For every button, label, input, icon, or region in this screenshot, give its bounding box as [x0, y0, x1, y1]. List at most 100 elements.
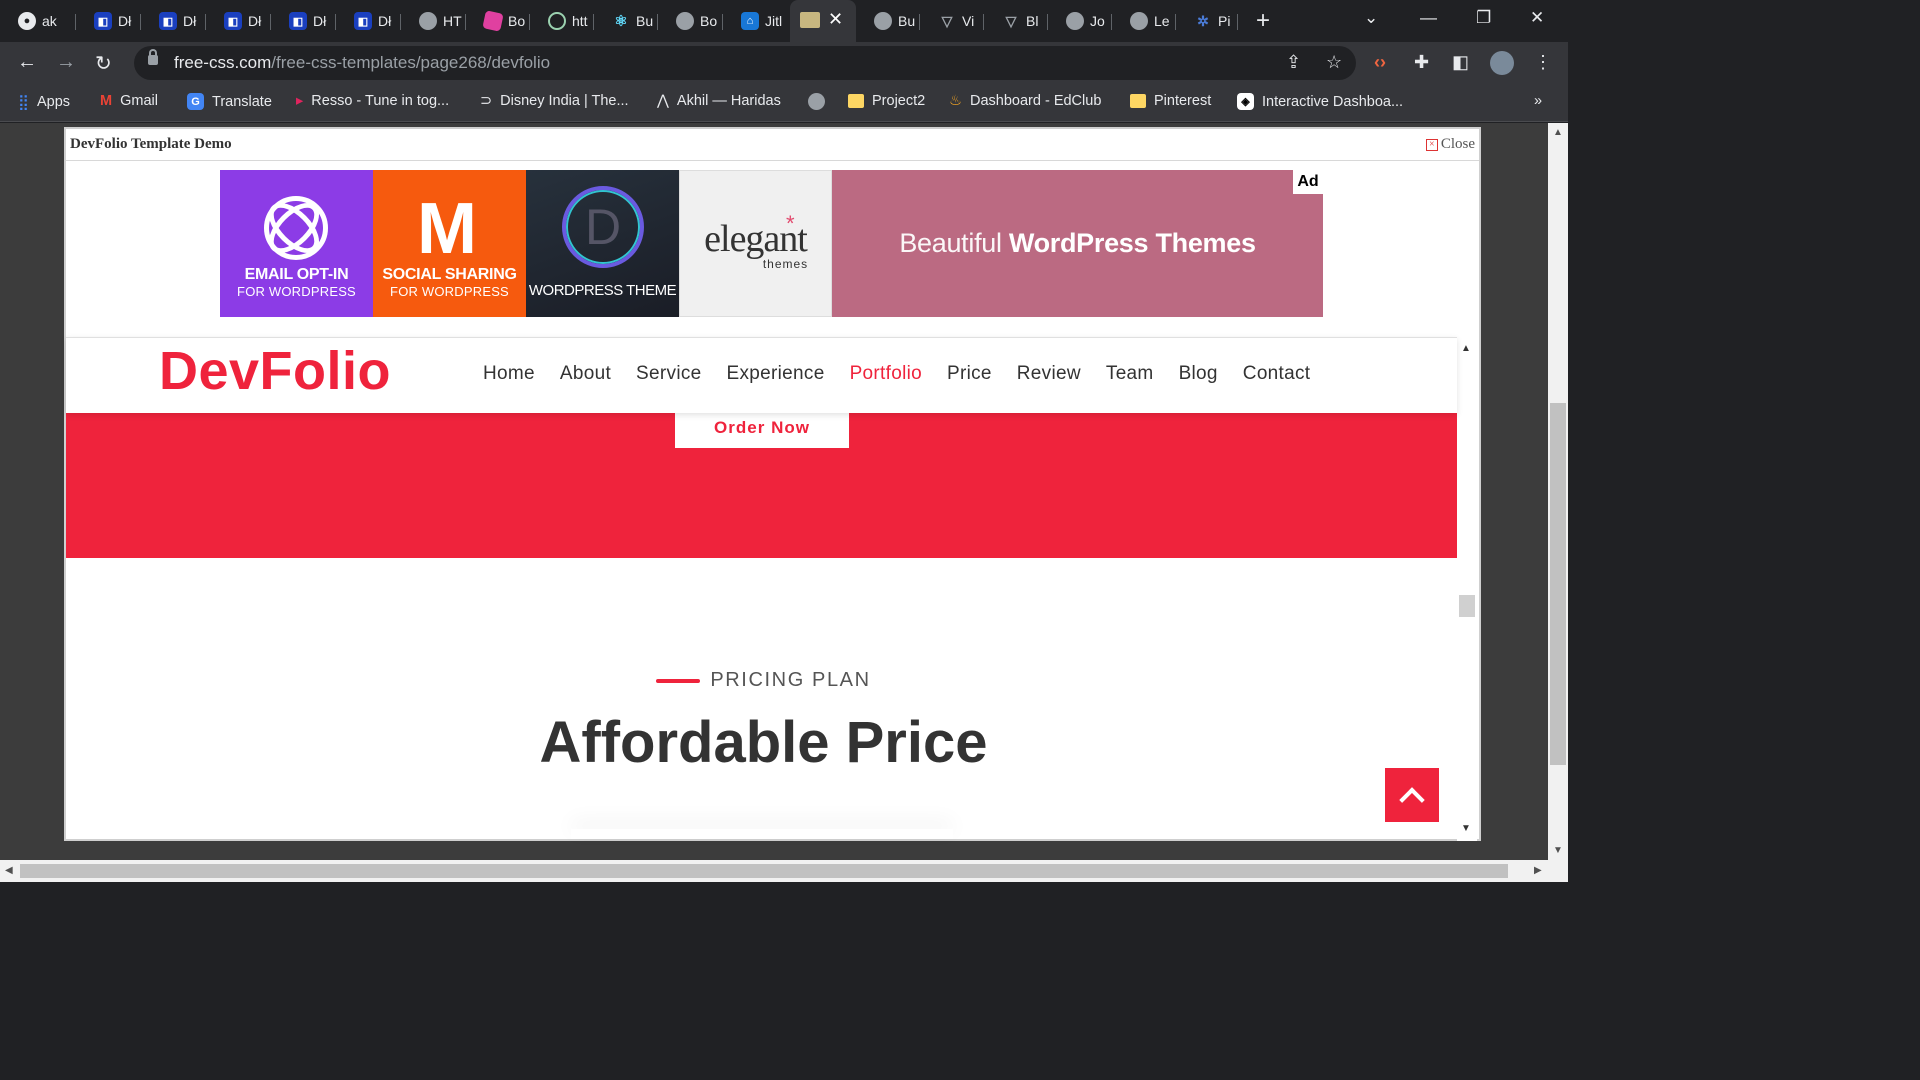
browser-tab[interactable]: Le — [1112, 6, 1176, 36]
disney-icon: ⊃ — [480, 93, 493, 109]
ad-tile-social-sharing[interactable]: M SOCIAL SHARING FOR WORDPRESS — [373, 170, 526, 317]
nav-team[interactable]: Team — [1106, 363, 1154, 385]
browser-tab[interactable]: Bo — [466, 6, 530, 36]
scroll-up-icon[interactable]: ▲ — [1461, 343, 1471, 354]
tab-strip: ● ak ◧ Dł ◧ Dł ◧ Dł ◧ Dł ◧ Dł HT Bo htt ⚛ Bu Bo… — [0, 0, 1568, 42]
nav-contact[interactable]: Contact — [1243, 363, 1311, 385]
asterisk-icon: * — [786, 211, 795, 236]
scroll-up-icon[interactable]: ▲ — [1553, 127, 1563, 138]
browser-tab[interactable]: Bo — [658, 6, 723, 36]
page-horizontal-scrollbar[interactable]: ◀ ▶ — [0, 860, 1568, 882]
scroll-right-icon[interactable]: ▶ — [1534, 865, 1542, 876]
reload-icon[interactable]: ↻ — [95, 51, 112, 76]
dhiwise-icon: ◧ — [289, 12, 307, 30]
v-icon: ▽ — [1005, 12, 1017, 29]
menu-kebab-icon[interactable]: ⋮ — [1534, 52, 1552, 73]
browser-tab[interactable]: htt — [530, 6, 594, 36]
browser-tab[interactable]: Bu — [856, 6, 920, 36]
browser-tab[interactable]: ▽ Vi — [920, 6, 984, 36]
devtools-extension-icon[interactable]: ‹› — [1374, 52, 1386, 73]
back-to-top-button[interactable] — [1385, 768, 1439, 822]
browser-tab[interactable]: ▽ Bl — [984, 6, 1048, 36]
scrollbar-thumb[interactable] — [1550, 403, 1566, 765]
chevron-up-icon — [1399, 786, 1425, 813]
profile-avatar[interactable] — [1490, 51, 1514, 75]
url-text[interactable]: free-css.com/free-css-templates/page268/… — [174, 53, 550, 73]
scrollbar-thumb[interactable] — [20, 864, 1508, 878]
bookmark-star-icon[interactable]: ☆ — [1326, 52, 1342, 73]
scroll-left-icon[interactable]: ◀ — [5, 865, 13, 876]
bookmark-disney[interactable]: ⊃ Disney India | The... — [480, 93, 629, 109]
close-icon: × — [1425, 138, 1438, 151]
browser-tab[interactable]: ◧ Dł — [76, 6, 141, 36]
nav-service[interactable]: Service — [636, 363, 701, 385]
bookmarks-overflow[interactable]: » — [1534, 93, 1542, 109]
bookmark-edclub[interactable]: ♨ Dashboard - EdClub — [949, 93, 1101, 109]
tab-search-icon[interactable]: ⌄ — [1364, 8, 1378, 28]
nav-price[interactable]: Price — [947, 363, 992, 385]
minimize-icon[interactable]: — — [1420, 8, 1437, 28]
browser-tab[interactable]: HT — [401, 6, 466, 36]
bloom-logo-icon — [264, 196, 328, 260]
chatgpt-icon — [548, 12, 566, 30]
ad-tile-email-optin[interactable]: EMAIL OPT-IN FOR WORDPRESS — [220, 170, 373, 317]
browser-tab[interactable]: ◧ Dł — [141, 6, 206, 36]
page-vertical-scrollbar[interactable]: ▲ ▼ — [1548, 123, 1568, 860]
browser-tab[interactable]: ⌂ Jitl — [723, 6, 789, 36]
translate-icon: G — [187, 93, 204, 110]
bookmark-resso[interactable]: ▸ Resso - Tune in tog... — [296, 93, 449, 109]
browser-tab[interactable]: Jo — [1048, 6, 1112, 36]
restore-icon[interactable]: ❐ — [1476, 8, 1491, 28]
back-icon[interactable]: ← — [17, 51, 37, 74]
toolbar: ← → ↻ free-css.com/free-css-templates/pa… — [0, 42, 1568, 84]
scroll-down-icon[interactable]: ▼ — [1553, 845, 1563, 856]
side-panel-icon[interactable]: ◧ — [1452, 52, 1469, 73]
bookmark-translate[interactable]: G Translate — [187, 93, 272, 110]
apps-grid-icon: ⣿ — [18, 94, 29, 111]
close-tab-icon[interactable]: ✕ — [828, 9, 843, 30]
ad-tile-divi-theme[interactable]: D WORDPRESS THEME — [526, 170, 679, 317]
browser-tab[interactable]: ◧ Dł — [206, 6, 271, 36]
bookmark-interactive-dashboard[interactable]: ◈ Interactive Dashboa... — [1237, 93, 1403, 110]
bookmark-akhil[interactable]: ⋀ Akhil — Haridas — [657, 93, 781, 109]
browser-tab[interactable]: ✲ Pi — [1176, 6, 1238, 36]
akhil-icon: ⋀ — [657, 93, 669, 109]
bookmarks-bar: ⣿ Apps M Gmail G Translate ▸ Resso - Tune in… — [0, 84, 1568, 122]
demo-close-button[interactable]: × Close — [1425, 136, 1475, 153]
github-icon: ● — [18, 12, 36, 30]
main-nav: Home About Service Experience Portfolio … — [483, 363, 1310, 385]
accent-line — [656, 678, 701, 683]
scroll-down-icon[interactable]: ▼ — [1461, 823, 1471, 834]
share-icon[interactable]: ⇪ — [1286, 52, 1301, 73]
nav-about[interactable]: About — [560, 363, 611, 385]
ad-banner[interactable]: EMAIL OPT-IN FOR WORDPRESS M SOCIAL SHAR… — [220, 170, 1323, 317]
site-logo[interactable]: DevFolio — [159, 340, 391, 402]
frame-scrollbar[interactable]: ▲ ▼ — [1457, 337, 1477, 841]
bookmark-gmail[interactable]: M Gmail — [100, 93, 158, 109]
globe-icon — [874, 12, 892, 30]
nav-blog[interactable]: Blog — [1179, 363, 1218, 385]
nav-home[interactable]: Home — [483, 363, 535, 385]
nav-experience[interactable]: Experience — [727, 363, 825, 385]
forward-icon[interactable]: → — [56, 51, 76, 74]
nav-review[interactable]: Review — [1017, 363, 1081, 385]
order-now-button[interactable]: Order Now — [675, 411, 849, 448]
new-tab-icon[interactable]: + — [1256, 7, 1270, 35]
browser-tab[interactable]: ◧ Dł — [336, 6, 401, 36]
bookmark-globe[interactable] — [808, 93, 833, 110]
ad-tile-wordpress-themes[interactable]: Beautiful WordPress Themes — [832, 170, 1323, 317]
browser-tab[interactable]: ◧ Dł — [271, 6, 336, 36]
active-tab[interactable]: ✕ — [790, 0, 856, 42]
nav-portfolio[interactable]: Portfolio — [850, 363, 922, 385]
site-header: DevFolio Home About Service Experience P… — [66, 337, 1457, 413]
ad-tile-elegant-themes[interactable]: elegant * themes — [679, 170, 832, 317]
close-window-icon[interactable]: ✕ — [1530, 8, 1544, 28]
scrollbar-thumb[interactable] — [1459, 595, 1475, 617]
dhiwise-icon: ◧ — [354, 12, 372, 30]
browser-tab[interactable]: ● ak — [0, 6, 76, 36]
bookmark-pinterest[interactable]: Pinterest — [1130, 93, 1211, 109]
bookmark-apps[interactable]: ⣿ Apps — [18, 93, 70, 111]
browser-tab[interactable]: ⚛ Bu — [594, 6, 658, 36]
extensions-puzzle-icon[interactable]: ✚ — [1414, 52, 1429, 73]
bookmark-project2[interactable]: Project2 — [848, 93, 925, 109]
